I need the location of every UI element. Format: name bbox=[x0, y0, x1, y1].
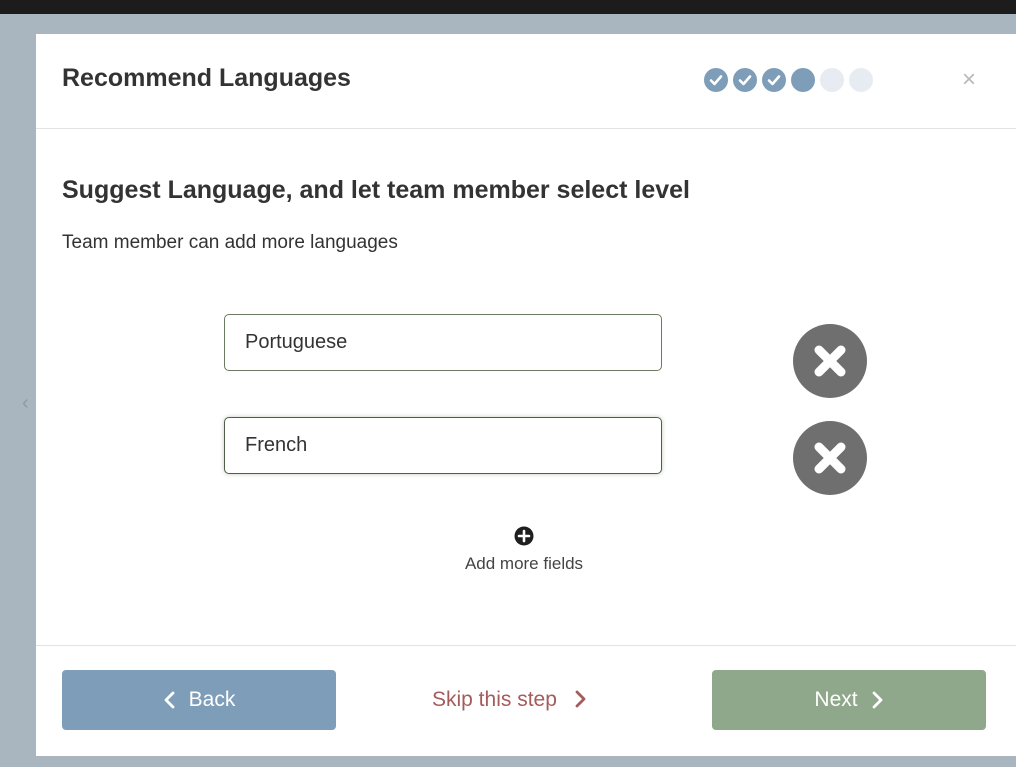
step-2-check-icon bbox=[733, 68, 757, 92]
next-button[interactable]: Next bbox=[712, 670, 986, 730]
close-icon[interactable]: × bbox=[962, 66, 976, 94]
add-more-fields-label: Add more fields bbox=[464, 554, 584, 573]
step-6-pending-dot bbox=[849, 68, 873, 92]
section-subtitle: Team member can add more languages bbox=[62, 232, 398, 253]
window-top-bar bbox=[0, 0, 1016, 14]
step-4-current-dot bbox=[791, 68, 815, 92]
language-input-1[interactable] bbox=[224, 314, 662, 371]
modal-footer: Back Skip this step Next bbox=[36, 645, 1016, 756]
chevron-left-icon bbox=[164, 691, 175, 709]
step-progress bbox=[704, 68, 873, 94]
chevron-right-icon bbox=[872, 691, 882, 709]
remove-language-2-button[interactable] bbox=[793, 421, 867, 495]
remove-x-icon bbox=[814, 442, 846, 474]
skip-step-link[interactable]: Skip this step bbox=[432, 688, 587, 712]
modal-header: Recommend Languages × bbox=[36, 34, 1016, 129]
next-button-label: Next bbox=[814, 688, 858, 711]
back-button-label: Back bbox=[188, 688, 236, 711]
chevron-right-icon bbox=[575, 690, 586, 708]
recommend-languages-modal: Recommend Languages × Suggest Language, … bbox=[36, 34, 1016, 756]
chevron-left-icon: ‹ bbox=[22, 392, 29, 414]
section-heading: Suggest Language, and let team member se… bbox=[62, 176, 690, 204]
remove-language-1-button[interactable] bbox=[793, 324, 867, 398]
add-more-fields-button[interactable]: Add more fields bbox=[414, 526, 634, 574]
step-1-check-icon bbox=[704, 68, 728, 92]
step-3-check-icon bbox=[762, 68, 786, 92]
back-button[interactable]: Back bbox=[62, 670, 336, 730]
modal-title: Recommend Languages bbox=[62, 64, 351, 92]
remove-x-icon bbox=[814, 345, 846, 377]
plus-circle-icon bbox=[514, 526, 534, 546]
skip-step-label: Skip this step bbox=[432, 688, 557, 711]
language-input-2[interactable] bbox=[224, 417, 662, 474]
step-5-pending-dot bbox=[820, 68, 844, 92]
